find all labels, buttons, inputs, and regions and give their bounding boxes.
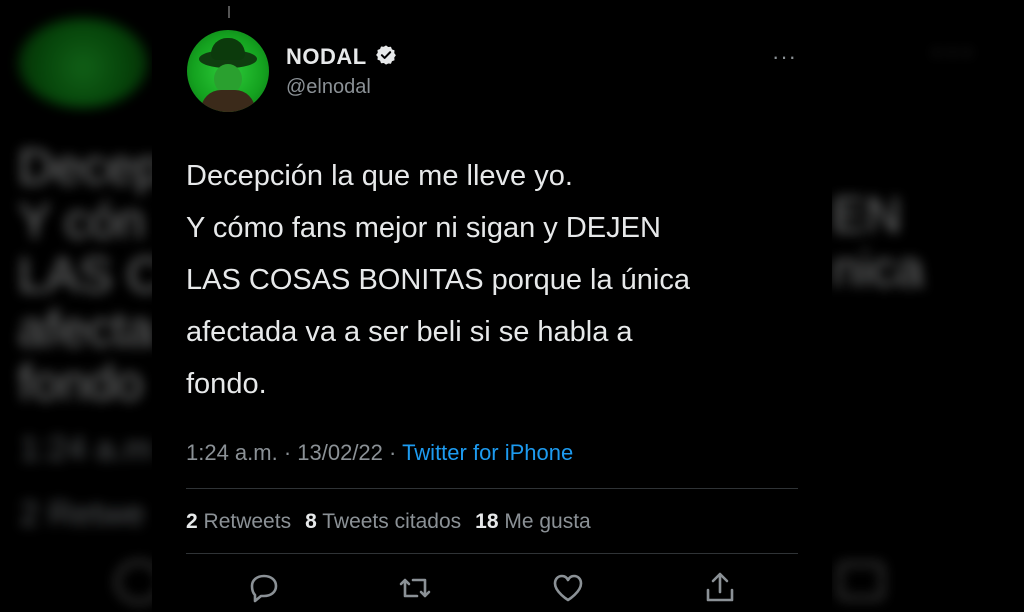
retweets-count: 2 [186, 510, 198, 533]
bg-avatar [18, 18, 148, 108]
avatar-hat-top [211, 38, 245, 60]
more-icon[interactable]: ··· [772, 44, 797, 70]
bg-more-icon: ··· [930, 28, 976, 72]
share-icon[interactable] [700, 568, 740, 608]
tweet-meta: 1:24 a.m. · 13/02/22 · Twitter for iPhon… [186, 440, 573, 466]
tweet-timestamp[interactable]: 1:24 a.m. · 13/02/22 · [186, 440, 402, 465]
likes-label: Me gusta [504, 510, 591, 533]
like-icon[interactable] [548, 568, 588, 608]
divider-top [186, 488, 798, 489]
quotes-stat[interactable]: 8 Tweets citados [305, 510, 461, 533]
display-name[interactable]: NODAL [286, 44, 367, 70]
user-handle[interactable]: @elnodal [286, 76, 371, 99]
quotes-count: 8 [305, 510, 317, 533]
divider-bottom [186, 553, 798, 554]
retweets-label: Retweets [203, 510, 292, 533]
reply-icon[interactable] [244, 568, 284, 608]
retweets-stat[interactable]: 2 Retweets [186, 510, 291, 533]
avatar[interactable] [187, 30, 269, 112]
tweet-card: NODAL @elnodal ··· Decepción la que me l… [152, 0, 832, 612]
tweet-source[interactable]: Twitter for iPhone [402, 440, 573, 465]
quotes-label: Tweets citados [322, 510, 462, 533]
bg-retweets: 2 Retwe [20, 495, 145, 533]
likes-count: 18 [475, 510, 499, 533]
bg-text-right: EN nica [832, 187, 924, 297]
tweet-stats: 2 Retweets 8 Tweets citados 18 Me gusta [186, 510, 591, 534]
tweet-text: Decepción la que me lleve yo. Y cómo fan… [186, 160, 690, 400]
thread-line [228, 6, 230, 18]
bg-time: 1:24 a.m [20, 430, 153, 468]
retweet-icon[interactable] [395, 568, 435, 608]
likes-stat[interactable]: 18 Me gusta [475, 510, 591, 533]
avatar-shirt [201, 90, 255, 112]
bg-share-icon [838, 562, 884, 600]
verified-badge-icon [376, 45, 396, 65]
action-bar [152, 568, 832, 612]
